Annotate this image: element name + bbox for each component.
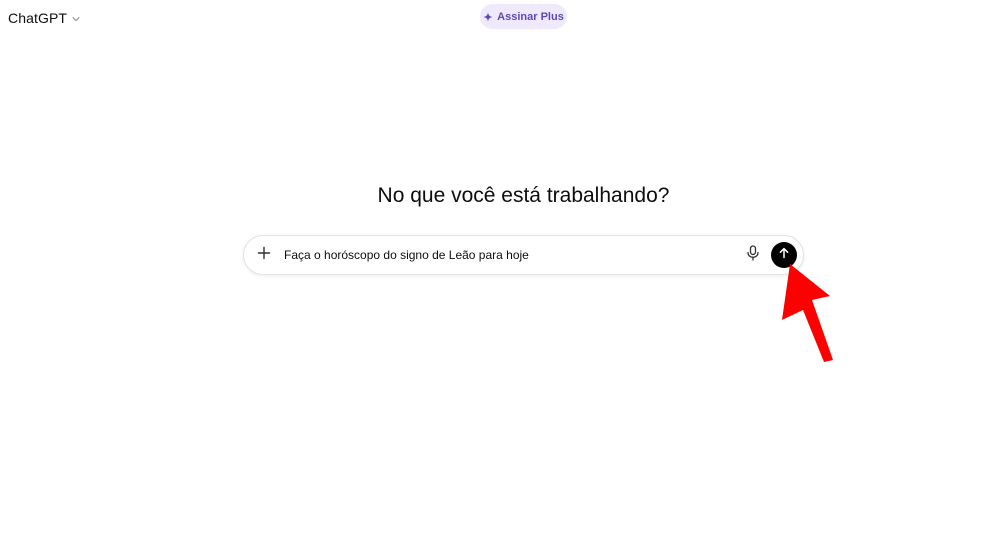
- chevron-down-icon: [71, 14, 81, 24]
- model-name: ChatGPT: [8, 10, 68, 26]
- upgrade-label: Assinar Plus: [497, 10, 564, 23]
- prompt-input[interactable]: [284, 236, 738, 274]
- sparkle-icon: [483, 12, 493, 22]
- red-pointer-arrow-icon: [782, 264, 833, 362]
- plus-icon: [257, 246, 271, 265]
- page-title: No que você está trabalhando?: [377, 184, 670, 207]
- upgrade-plus-button[interactable]: Assinar Plus: [480, 4, 567, 29]
- dictate-button[interactable]: [738, 236, 768, 274]
- model-switcher[interactable]: ChatGPT: [8, 8, 81, 28]
- microphone-icon: [746, 244, 760, 266]
- attach-button[interactable]: [244, 236, 284, 274]
- chatgpt-home: ChatGPT Assinar Plus No que você está tr…: [0, 0, 984, 542]
- prompt-composer: [243, 235, 804, 275]
